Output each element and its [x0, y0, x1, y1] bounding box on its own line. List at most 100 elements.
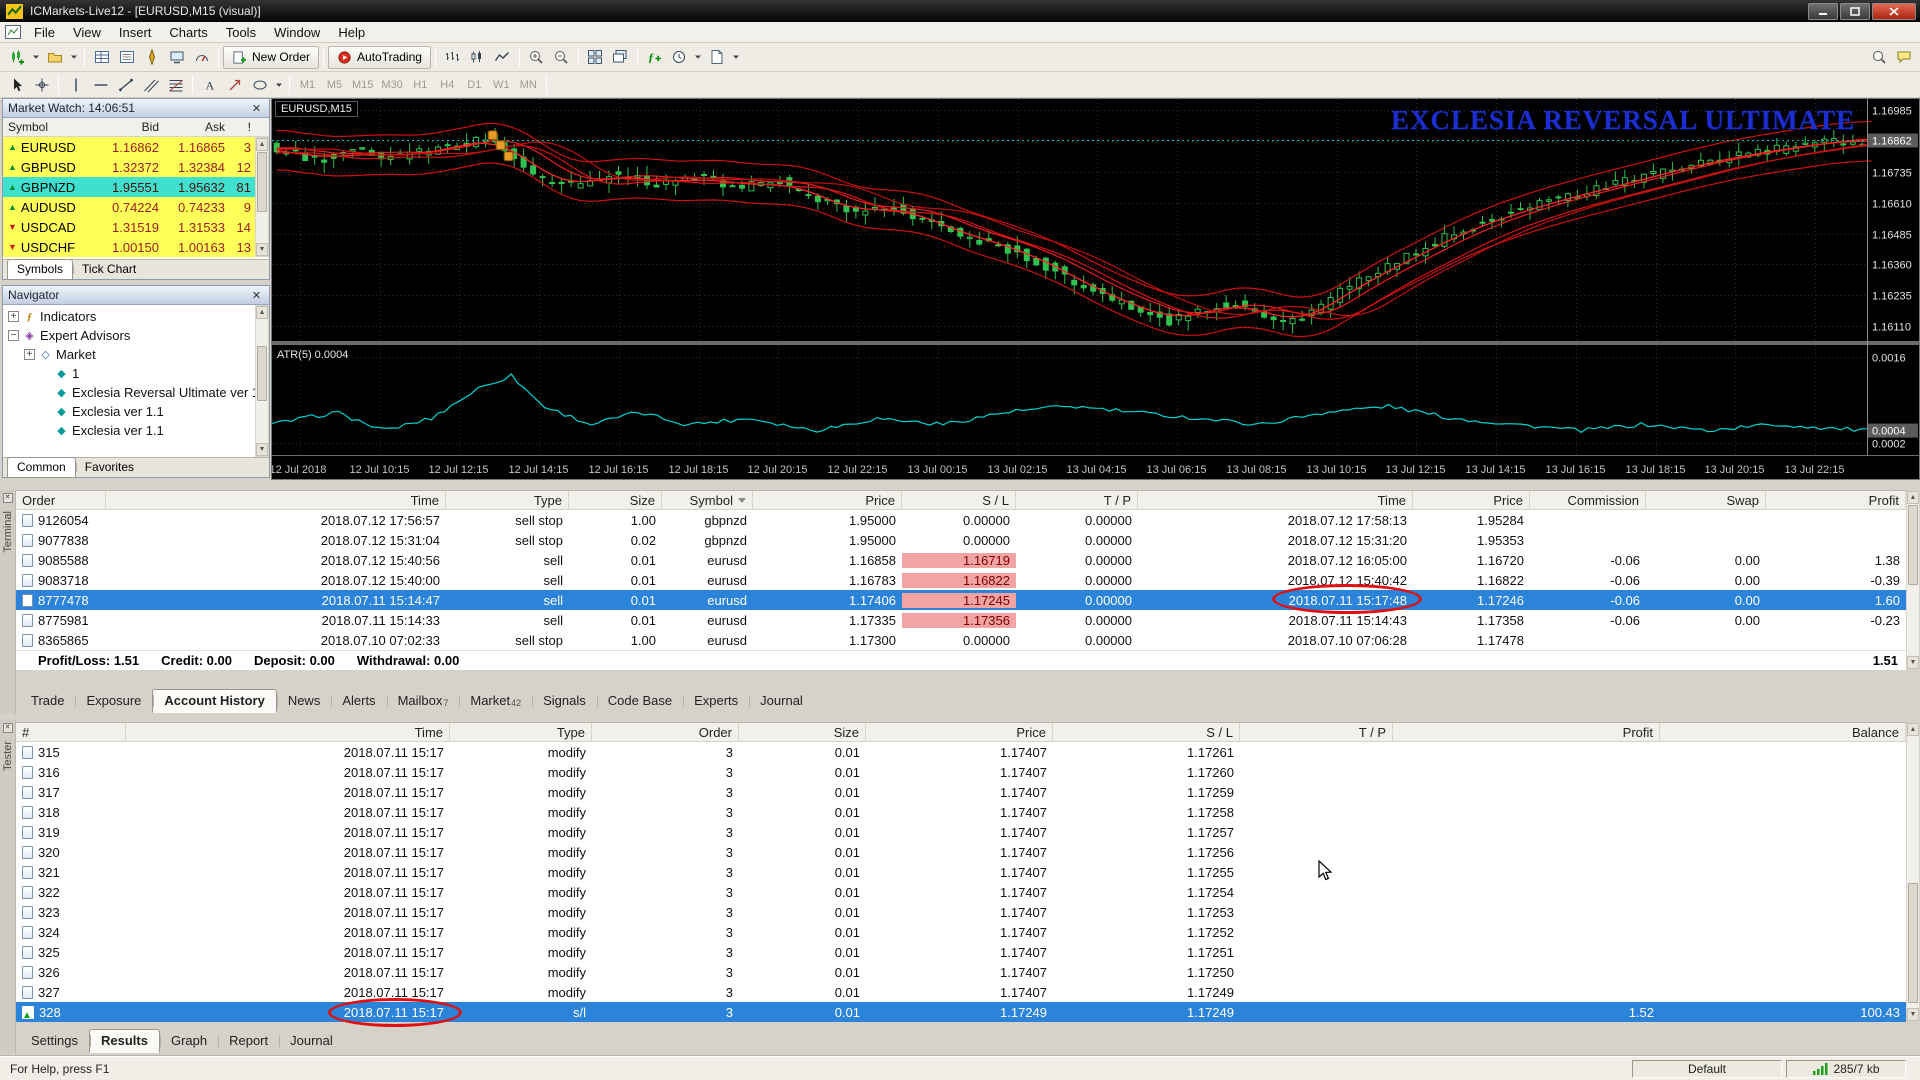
timeframe-m30-button[interactable]: M30: [377, 75, 406, 94]
shapes-dropdown[interactable]: [272, 73, 285, 96]
terminal-tab-code-base[interactable]: Code Base: [597, 690, 683, 712]
column-header-order[interactable]: Order: [592, 723, 739, 741]
community-button[interactable]: [1891, 46, 1916, 69]
tester-tab-graph[interactable]: Graph: [160, 1030, 218, 1052]
navigator-item-exclesia-ver-1-1[interactable]: ◆Exclesia ver 1.1: [3, 402, 269, 421]
minimize-button[interactable]: [1808, 3, 1838, 20]
column-header-size[interactable]: Size: [739, 723, 866, 741]
menu-view[interactable]: View: [64, 23, 110, 42]
column-header-profit[interactable]: Profit: [1393, 723, 1660, 741]
terminal-tab-experts[interactable]: Experts: [683, 690, 749, 712]
new-order-button[interactable]: New Order: [223, 46, 319, 69]
column-header--[interactable]: #: [16, 723, 126, 741]
tester-row[interactable]: 3262018.07.11 15:17modify30.011.174071.1…: [16, 962, 1906, 982]
terminal-row[interactable]: 91260542018.07.12 17:56:57sell stop1.00g…: [16, 510, 1906, 530]
tester-tab-journal[interactable]: Journal: [279, 1030, 344, 1052]
tester-row[interactable]: 3182018.07.11 15:17modify30.011.174071.1…: [16, 802, 1906, 822]
menu-charts[interactable]: Charts: [160, 23, 216, 42]
column-header-time[interactable]: Time: [126, 723, 450, 741]
tester-tab-report[interactable]: Report: [218, 1030, 279, 1052]
column-header-price[interactable]: Price: [1413, 491, 1530, 509]
menu-help[interactable]: Help: [329, 23, 374, 42]
timeframe-m1-button[interactable]: M1: [294, 75, 321, 94]
price-chart[interactable]: 12 Jul 201812 Jul 10:1512 Jul 12:1512 Ju…: [272, 99, 1919, 479]
column-header-price[interactable]: Price: [866, 723, 1053, 741]
scroll-up-icon[interactable]: ▲: [256, 138, 268, 151]
market-watch-column-header[interactable]: !: [230, 120, 256, 134]
chart-area[interactable]: 12 Jul 201812 Jul 10:1512 Jul 12:1512 Ju…: [271, 98, 1920, 480]
market-watch-column-header[interactable]: Ask: [164, 120, 230, 134]
scroll-up-icon[interactable]: ▲: [1907, 491, 1919, 504]
data-window-toggle[interactable]: [114, 46, 139, 69]
status-profile[interactable]: Default: [1632, 1060, 1782, 1078]
navigator-tab-favorites[interactable]: Favorites: [76, 458, 143, 477]
tester-row[interactable]: 3152018.07.11 15:17modify30.011.174071.1…: [16, 742, 1906, 762]
terminal-toggle[interactable]: [164, 46, 189, 69]
navigator-item-exclesia-ver-1-1[interactable]: ◆Exclesia ver 1.1: [3, 421, 269, 440]
candlestick-chart-button[interactable]: [465, 46, 490, 69]
column-header-balance[interactable]: Balance: [1660, 723, 1906, 741]
bar-chart-button[interactable]: [440, 46, 465, 69]
tester-row[interactable]: 3272018.07.11 15:17modify30.011.174071.1…: [16, 982, 1906, 1002]
scroll-up-icon[interactable]: ▲: [256, 306, 268, 319]
scroll-thumb[interactable]: [1908, 505, 1918, 585]
market-watch-row[interactable]: ▼USDCAD1.315191.3153314: [3, 217, 269, 237]
tile-windows-button[interactable]: [583, 46, 608, 69]
tester-row[interactable]: 3212018.07.11 15:17modify30.011.174071.1…: [16, 862, 1906, 882]
market-watch-column-header[interactable]: Bid: [98, 120, 164, 134]
navigator-item-expert-advisors[interactable]: −◈Expert Advisors: [3, 326, 269, 345]
market-watch-row[interactable]: ▲GBPNZD1.955511.9563281: [3, 177, 269, 197]
column-header-price[interactable]: Price: [753, 491, 902, 509]
terminal-tab-trade[interactable]: Trade: [20, 690, 75, 712]
expand-plus-icon[interactable]: +: [24, 349, 35, 360]
periods-button[interactable]: [667, 46, 692, 69]
terminal-scrollbar[interactable]: ▲ ▼: [1906, 490, 1920, 670]
navigator-scrollbar[interactable]: ▲ ▼: [255, 305, 269, 457]
terminal-tab-journal[interactable]: Journal: [749, 690, 814, 712]
scroll-down-icon[interactable]: ▼: [1907, 1008, 1919, 1021]
tester-tab-settings[interactable]: Settings: [20, 1030, 89, 1052]
terminal-row[interactable]: 90837182018.07.12 15:40:00sell0.01eurusd…: [16, 570, 1906, 590]
profiles-dropdown[interactable]: [67, 46, 80, 69]
indicators-button[interactable]: ƒ: [642, 46, 667, 69]
column-header-symbol[interactable]: Symbol: [662, 491, 753, 509]
timeframe-mn-button[interactable]: MN: [515, 75, 542, 94]
tester-close-icon[interactable]: ✕: [3, 723, 13, 733]
navigator-item-exclesia-reversal-ultimate-ver-1-3[interactable]: ◆Exclesia Reversal Ultimate ver 1.3: [3, 383, 269, 402]
market-watch-column-header[interactable]: Symbol: [3, 120, 98, 134]
column-header-type[interactable]: Type: [450, 723, 592, 741]
zoom-in-button[interactable]: [524, 46, 549, 69]
terminal-row[interactable]: 90855882018.07.12 15:40:56sell0.01eurusd…: [16, 550, 1906, 570]
column-header-time[interactable]: Time: [106, 491, 446, 509]
search-button[interactable]: [1866, 46, 1891, 69]
autotrading-button[interactable]: AutoTrading: [328, 46, 431, 69]
market-watch-row[interactable]: ▲GBPUSD1.323721.3238412: [3, 157, 269, 177]
navigator-item-indicators[interactable]: +ƒIndicators: [3, 307, 269, 326]
terminal-tab-signals[interactable]: Signals: [532, 690, 597, 712]
scroll-up-icon[interactable]: ▲: [1907, 723, 1919, 736]
profiles-button[interactable]: [42, 46, 67, 69]
menu-insert[interactable]: Insert: [110, 23, 161, 42]
market-watch-tab-tick-chart[interactable]: Tick Chart: [73, 260, 145, 279]
terminal-tab-news[interactable]: News: [277, 690, 332, 712]
maximize-button[interactable]: [1840, 3, 1870, 20]
scroll-down-icon[interactable]: ▼: [256, 243, 268, 256]
market-watch-row[interactable]: ▲EURUSD1.168621.168653: [3, 137, 269, 157]
menu-window[interactable]: Window: [265, 23, 329, 42]
timeframe-h1-button[interactable]: H1: [407, 75, 434, 94]
navigator-tab-common[interactable]: Common: [7, 457, 76, 478]
terminal-row[interactable]: 87774782018.07.11 15:14:47sell0.01eurusd…: [16, 590, 1906, 610]
timeframe-d1-button[interactable]: D1: [461, 75, 488, 94]
navigator-close-icon[interactable]: ✕: [249, 288, 264, 302]
scroll-thumb[interactable]: [1908, 883, 1918, 1003]
scroll-down-icon[interactable]: ▼: [256, 443, 268, 456]
terminal-tab-exposure[interactable]: Exposure: [75, 690, 152, 712]
tester-row[interactable]: 3242018.07.11 15:17modify30.011.174071.1…: [16, 922, 1906, 942]
text-tool[interactable]: A: [197, 73, 222, 96]
market-watch-scrollbar[interactable]: ▲ ▼: [255, 137, 269, 257]
market-watch-close-icon[interactable]: ✕: [249, 101, 264, 115]
timeframe-m15-button[interactable]: M15: [348, 75, 377, 94]
new-chart-button[interactable]: [4, 46, 29, 69]
child-window-icon[interactable]: [5, 25, 21, 39]
expand-plus-icon[interactable]: +: [8, 311, 19, 322]
